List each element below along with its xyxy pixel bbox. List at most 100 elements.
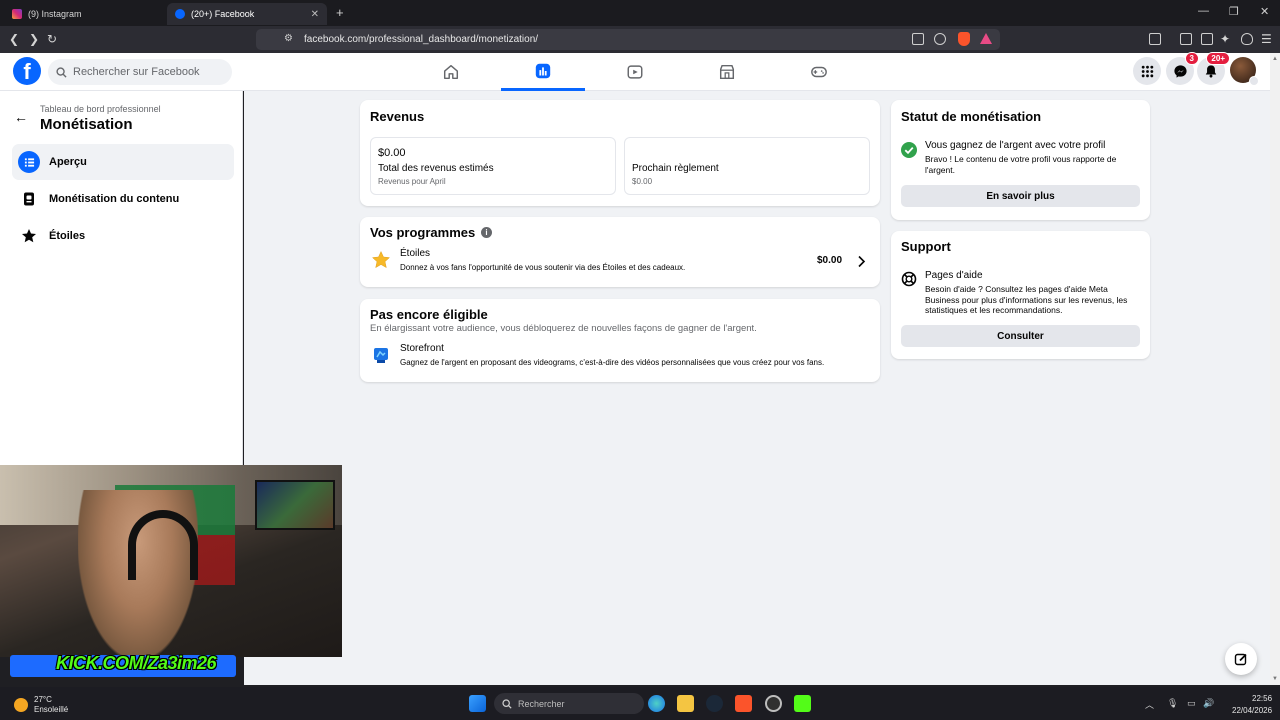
info-icon[interactable]: i: [481, 227, 492, 238]
taskbar-search[interactable]: Rechercher: [494, 693, 644, 714]
cast-icon[interactable]: [912, 33, 924, 45]
support-card: Support Pages d'aide Besoin d'aide ? Con…: [891, 231, 1150, 359]
edge-icon[interactable]: [648, 695, 665, 712]
consult-button[interactable]: Consulter: [901, 325, 1140, 347]
program-desc: Donnez à vos fans l'opportunité de vous …: [400, 263, 686, 272]
vpn-icon[interactable]: [1241, 33, 1253, 45]
program-row-stars[interactable]: Étoiles Donnez à vos fans l'opportunité …: [360, 247, 880, 279]
chevron-down-icon[interactable]: [1249, 76, 1259, 86]
share-icon[interactable]: [934, 33, 946, 45]
marketplace-icon: [719, 64, 735, 80]
kick-app-icon[interactable]: [794, 695, 811, 712]
revenue-card: Revenus $0.00 Total des revenus estimés …: [360, 100, 880, 206]
tab-instagram[interactable]: (9) Instagram: [4, 3, 164, 25]
menu-icon[interactable]: ☰: [1261, 32, 1272, 46]
lifebuoy-icon: [901, 271, 917, 287]
program-amount: $0.00: [817, 255, 843, 266]
nav-dashboard[interactable]: [501, 53, 585, 91]
grid-icon: [1141, 65, 1153, 77]
close-tab-icon[interactable]: ✕: [311, 9, 319, 20]
revenue-title: Revenus: [370, 109, 425, 124]
messenger-badge: 3: [1184, 52, 1199, 65]
not-eligible-card: Pas encore éligible En élargissant votre…: [360, 299, 880, 382]
address-bar[interactable]: ⚙ facebook.com/professional_dashboard/mo…: [256, 29, 1000, 50]
extensions-icon[interactable]: [1149, 33, 1161, 45]
messenger-button[interactable]: 3: [1166, 52, 1199, 85]
leo-ai-icon[interactable]: ✦: [1220, 32, 1230, 46]
clock[interactable]: 22:56 22/04/2026: [1232, 693, 1272, 717]
webcam-tv: [255, 480, 335, 530]
tab-facebook[interactable]: (20+) Facebook ✕: [167, 3, 327, 25]
tab-title: (9) Instagram: [28, 9, 82, 19]
reload-icon[interactable]: ↻: [47, 32, 57, 46]
kick-channel-text: KICK.COM/Za3im26: [56, 653, 217, 673]
display-icon[interactable]: ▭: [1187, 698, 1196, 709]
instagram-favicon-icon: [12, 9, 22, 19]
status-headline: Vous gagnez de l'argent avec votre profi…: [925, 140, 1106, 151]
storefront-name: Storefront: [400, 343, 444, 354]
support-title: Support: [901, 239, 951, 254]
brave-shields-icon[interactable]: [958, 32, 970, 46]
scroll-down-icon[interactable]: ▼: [1272, 676, 1278, 682]
page-scrollbar[interactable]: ▲ ▼: [1270, 53, 1280, 685]
new-tab-button[interactable]: +: [336, 5, 344, 20]
estimated-revenue-box[interactable]: $0.00 Total des revenus estimés Revenus …: [370, 137, 616, 195]
site-info-icon[interactable]: ⚙: [284, 33, 293, 44]
search-icon: [502, 698, 512, 709]
sidebar-item-overview[interactable]: Aperçu: [12, 144, 234, 180]
storefront-row[interactable]: Storefront Gagnez de l'argent en proposa…: [360, 343, 880, 373]
microphone-icon[interactable]: 🎙: [1167, 698, 1178, 709]
forward-icon[interactable]: ❯: [29, 32, 39, 46]
gaming-icon: [811, 66, 827, 78]
learn-more-button[interactable]: En savoir plus: [901, 185, 1140, 207]
storefront-desc: Gagnez de l'argent en proposant des vide…: [400, 358, 825, 367]
back-arrow-icon[interactable]: ←: [14, 109, 28, 125]
help-pages-title: Pages d'aide: [925, 270, 983, 281]
nav-gaming[interactable]: [777, 53, 861, 91]
search-icon: [56, 66, 67, 78]
restore-icon[interactable]: ❐: [1229, 5, 1239, 18]
weather-widget[interactable]: 27°C Ensoleillé: [14, 695, 68, 714]
star-gold-icon: [371, 250, 391, 269]
notifications-button[interactable]: 20+: [1197, 52, 1230, 85]
sun-icon: [14, 697, 28, 712]
facebook-favicon-icon: [175, 9, 185, 19]
storefront-icon: [374, 348, 388, 363]
nav-home[interactable]: [409, 53, 493, 91]
brave-rewards-icon[interactable]: [980, 33, 992, 44]
search-box[interactable]: [48, 59, 232, 85]
wallet-icon[interactable]: [1201, 33, 1213, 45]
overview-icon: [18, 151, 40, 173]
breadcrumb[interactable]: Tableau de bord professionnel: [40, 104, 161, 114]
next-payout-box[interactable]: Prochain règlement $0.00: [624, 137, 870, 195]
chevron-right-icon[interactable]: [857, 255, 866, 268]
steam-icon[interactable]: [706, 695, 723, 712]
sidebar-item-stars[interactable]: Étoiles: [12, 218, 234, 254]
compose-message-button[interactable]: [1225, 643, 1257, 675]
search-input[interactable]: [73, 66, 223, 78]
sidebar: ← Tableau de bord professionnel Monétisa…: [2, 91, 283, 465]
messenger-icon: [1173, 64, 1187, 78]
facebook-logo[interactable]: f: [13, 57, 41, 85]
help-pages-desc: Besoin d'aide ? Consultez les pages d'ai…: [925, 284, 1128, 316]
sidebar-item-label: Aperçu: [49, 156, 87, 168]
sidebar-item-content-monetization[interactable]: Monétisation du contenu: [12, 181, 234, 217]
menu-grid-button[interactable]: [1133, 57, 1161, 85]
brave-icon[interactable]: [735, 695, 752, 712]
scroll-up-icon[interactable]: ▲: [1272, 56, 1278, 62]
obs-icon[interactable]: [765, 695, 782, 712]
tray-chevron-icon[interactable]: ︿: [1145, 698, 1154, 711]
minimize-icon[interactable]: —: [1198, 5, 1209, 17]
back-icon[interactable]: ❮: [9, 32, 19, 46]
start-icon[interactable]: [469, 695, 486, 712]
check-circle-icon: [901, 142, 917, 158]
sidebar-toggle-icon[interactable]: [1180, 33, 1192, 45]
file-explorer-icon[interactable]: [677, 695, 694, 712]
temperature: 27°C: [34, 695, 52, 704]
video-icon: [627, 65, 643, 79]
browser-toolbar: ❮ ❯ ↻ ⚐ ⚙ facebook.com/professional_dash…: [0, 26, 1280, 53]
close-window-icon[interactable]: ✕: [1260, 5, 1269, 18]
volume-icon[interactable]: 🔊: [1203, 698, 1214, 709]
nav-video[interactable]: [593, 53, 677, 91]
nav-marketplace[interactable]: [685, 53, 769, 91]
